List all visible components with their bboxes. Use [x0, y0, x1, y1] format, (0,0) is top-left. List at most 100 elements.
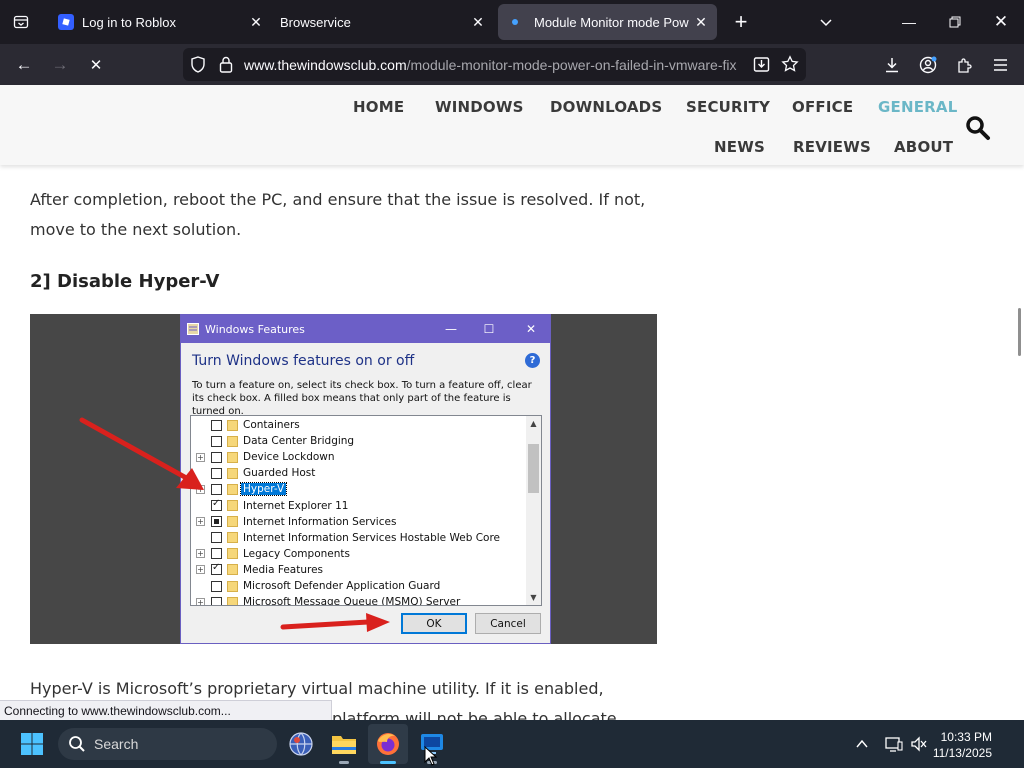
feature-checkbox[interactable]	[211, 580, 222, 592]
list-all-tabs-button[interactable]	[0, 0, 42, 44]
feature-row[interactable]: Guarded Host	[191, 465, 527, 481]
taskbar-app-firefox[interactable]	[368, 724, 408, 764]
bookmark-star-icon[interactable]	[781, 55, 799, 73]
feature-label: Data Center Bridging	[243, 435, 355, 448]
address-bar[interactable]: www.thewindowsclub.com/module-monitor-mo…	[183, 48, 806, 81]
menu-home[interactable]: HOME	[353, 98, 404, 116]
menu-downloads[interactable]: DOWNLOADS	[550, 98, 662, 116]
feature-checkbox[interactable]	[211, 419, 222, 431]
scroll-down-icon[interactable]: ▼	[526, 590, 541, 605]
feature-row[interactable]: + Device Lockdown	[191, 449, 527, 465]
start-button[interactable]	[12, 724, 52, 764]
close-tab-icon[interactable]: ✕	[689, 10, 713, 34]
feature-row[interactable]: Data Center Bridging	[191, 433, 527, 449]
expand-plus-icon[interactable]: +	[196, 517, 205, 527]
feature-row[interactable]: + Microsoft Message Queue (MSMQ) Server	[191, 594, 527, 605]
red-arrow-pointer-icon	[280, 613, 390, 632]
downloads-button[interactable]	[877, 50, 907, 80]
feature-checkbox[interactable]	[211, 498, 222, 511]
menu-about[interactable]: ABOUT	[894, 138, 953, 156]
url-text: www.thewindowsclub.com/module-monitor-mo…	[244, 57, 748, 73]
expand-plus-icon[interactable]: +	[196, 597, 205, 605]
volume-button[interactable]	[907, 720, 931, 768]
system-clock[interactable]: 10:33 PM 11/13/2025	[932, 729, 992, 761]
close-tab-icon[interactable]: ✕	[466, 10, 490, 34]
mouse-cursor-icon	[424, 746, 438, 766]
account-button[interactable]	[913, 50, 943, 80]
menu-general[interactable]: GENERAL	[878, 98, 957, 116]
speaker-muted-icon	[911, 736, 927, 752]
feature-checkbox[interactable]	[211, 516, 222, 528]
tab-browservice[interactable]: Browservice ✕	[268, 4, 494, 40]
menu-office[interactable]: OFFICE	[792, 98, 853, 116]
show-hidden-icons-button[interactable]	[850, 720, 874, 768]
tree-scrollbar[interactable]: ▲ ▼	[526, 416, 541, 605]
url-path: /module-monitor-mode-power-on-failed-in-…	[406, 56, 737, 73]
cancel-button[interactable]: Cancel	[475, 613, 541, 634]
article-paragraph: After completion, reboot the PC, and ens…	[30, 190, 646, 239]
minimize-button[interactable]: —	[886, 0, 932, 44]
scrollbar-thumb[interactable]	[528, 444, 539, 493]
expand-plus-icon[interactable]: +	[196, 565, 205, 575]
dialog-minimize-icon[interactable]: —	[431, 315, 471, 343]
folder-icon	[227, 419, 238, 431]
expand-plus-icon[interactable]: +	[196, 549, 205, 559]
folder-icon	[227, 580, 238, 592]
plus-icon: +	[734, 9, 748, 34]
new-tab-button[interactable]: +	[727, 8, 755, 36]
back-button[interactable]: ←	[9, 50, 39, 80]
close-tab-icon[interactable]: ✕	[244, 10, 268, 34]
feature-checkbox[interactable]	[211, 435, 222, 447]
taskbar-app-file-explorer[interactable]	[324, 724, 364, 764]
search-icon[interactable]	[965, 115, 991, 141]
loading-dot-icon	[512, 19, 518, 25]
feature-label: Internet Information Services Hostable W…	[243, 531, 501, 544]
ok-button[interactable]: OK	[401, 613, 467, 634]
taskbar-search-box[interactable]: Search	[58, 728, 277, 760]
menu-security[interactable]: SECURITY	[686, 98, 770, 116]
forward-button[interactable]: →	[45, 50, 75, 80]
folder-icon	[227, 516, 238, 528]
article-screenshot: Windows Features — ☐ ✕ Turn Windows feat…	[30, 314, 657, 644]
feature-checkbox[interactable]	[211, 451, 222, 463]
feature-checkbox[interactable]	[211, 483, 222, 495]
network-button[interactable]	[881, 720, 907, 768]
red-arrow-pointer-icon	[79, 417, 204, 490]
feature-checkbox[interactable]	[211, 562, 222, 576]
taskbar: Search 10:33 PM 11/13/2025	[0, 720, 1024, 768]
feature-checkbox[interactable]	[211, 548, 222, 560]
feature-row[interactable]: Containers	[191, 417, 527, 433]
dialog-close-icon[interactable]: ✕	[511, 315, 551, 343]
help-icon[interactable]: ?	[525, 353, 540, 368]
close-window-button[interactable]: ✕	[978, 0, 1024, 44]
feature-row[interactable]: + Legacy Components	[191, 546, 527, 562]
feature-checkbox[interactable]	[211, 532, 222, 544]
chevron-up-icon	[856, 739, 868, 748]
feature-row[interactable]: Internet Explorer 11	[191, 498, 527, 514]
save-to-pocket-icon[interactable]	[753, 56, 770, 73]
menu-reviews[interactable]: REVIEWS	[793, 138, 871, 156]
restore-button[interactable]	[932, 0, 978, 44]
feature-row[interactable]: +Hyper-V	[191, 481, 527, 497]
stop-loading-button[interactable]: ✕	[81, 50, 111, 80]
dialog-maximize-icon[interactable]: ☐	[469, 315, 509, 343]
menu-news[interactable]: NEWS	[714, 138, 765, 156]
menu-windows[interactable]: WINDOWS	[435, 98, 524, 116]
taskbar-app-globe[interactable]	[281, 724, 321, 764]
feature-row[interactable]: + Media Features	[191, 562, 527, 578]
feature-row[interactable]: Internet Information Services Hostable W…	[191, 530, 527, 546]
features-tree[interactable]: ▲ ▼ Containers Data Center Bridging + Devic…	[190, 415, 542, 606]
app-menu-button[interactable]	[985, 50, 1015, 80]
feature-row[interactable]: + Internet Information Services	[191, 514, 527, 530]
feature-row[interactable]: Microsoft Defender Application Guard	[191, 578, 527, 594]
page-scrollbar-thumb[interactable]	[1018, 308, 1021, 356]
tab-roblox[interactable]: Log in to Roblox ✕	[46, 4, 272, 40]
feature-checkbox[interactable]	[211, 467, 222, 479]
tab-list-button[interactable]	[812, 8, 840, 36]
extensions-button[interactable]	[949, 50, 979, 80]
search-placeholder: Search	[94, 736, 139, 752]
tab-module-monitor[interactable]: Module Monitor mode Power o ✕	[498, 4, 717, 40]
minimize-icon: —	[902, 14, 916, 30]
scroll-up-icon[interactable]: ▲	[526, 416, 541, 431]
feature-checkbox[interactable]	[211, 596, 222, 605]
